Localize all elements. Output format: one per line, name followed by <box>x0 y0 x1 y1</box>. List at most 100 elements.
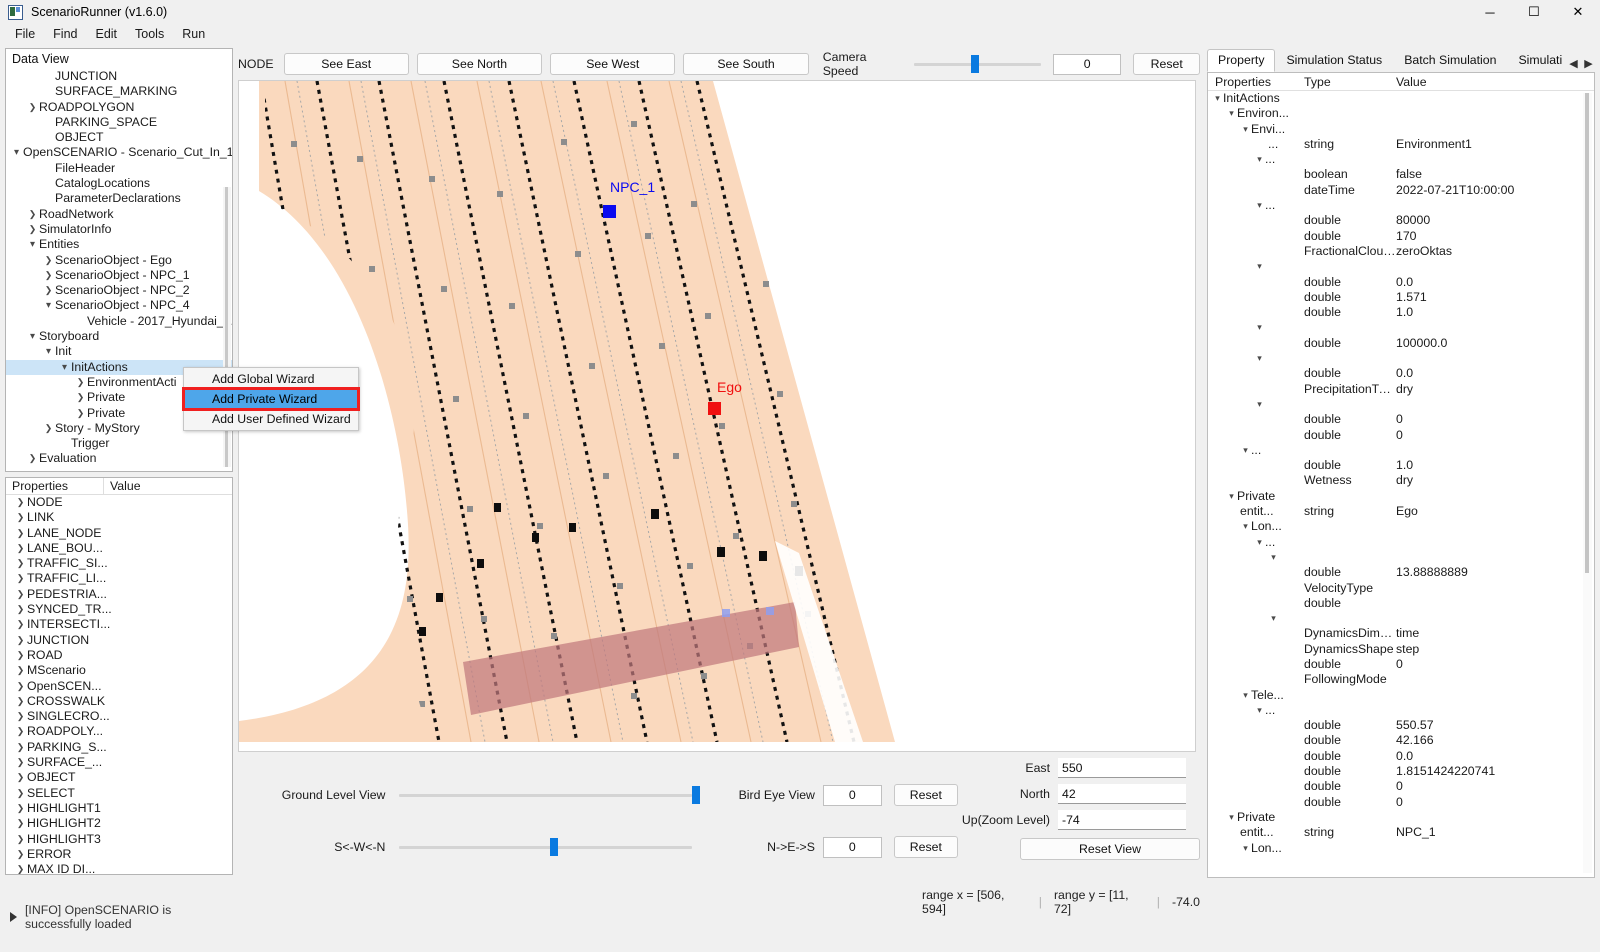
property-row[interactable]: entit...stringNPC_1 <box>1208 825 1594 840</box>
nes-reset-button[interactable]: Reset <box>894 836 958 858</box>
left-property-row[interactable]: ❯ERROR <box>6 847 232 862</box>
left-property-row[interactable]: ❯SINGLECRO... <box>6 709 232 724</box>
property-row-value[interactable] <box>1396 198 1594 213</box>
tree-item-scenarioobject-ego[interactable]: ❯ScenarioObject - Ego <box>6 253 232 268</box>
tree-item-junction[interactable]: JUNCTION <box>6 69 232 84</box>
chevron-down-icon[interactable]: ▾ <box>1254 703 1265 718</box>
left-property-row[interactable]: ❯LANE_BOU... <box>6 541 232 556</box>
tab-simulation-status[interactable]: Simulation Status <box>1275 49 1393 72</box>
camera-speed-value[interactable]: 0 <box>1053 54 1122 75</box>
chevron-right-icon[interactable]: ❯ <box>14 694 27 709</box>
chevron-down-icon[interactable]: ▾ <box>1254 198 1265 213</box>
see-south-button[interactable]: See South <box>683 53 808 75</box>
property-row-value[interactable] <box>1396 152 1594 167</box>
chevron-right-icon[interactable]: ❯ <box>14 587 27 602</box>
property-row-value[interactable] <box>1396 596 1594 611</box>
see-east-button[interactable]: See East <box>284 53 409 75</box>
property-row-value[interactable]: NPC_1 <box>1396 825 1594 840</box>
property-row[interactable]: entit...stringEgo <box>1208 504 1594 519</box>
property-row-value[interactable] <box>1396 688 1594 703</box>
property-row[interactable]: double0 <box>1208 779 1594 794</box>
chevron-right-icon[interactable]: ❯ <box>14 571 27 586</box>
property-row[interactable]: ▾ <box>1208 611 1594 626</box>
property-row-value[interactable] <box>1396 535 1594 550</box>
minimize-button[interactable]: ─ <box>1468 0 1512 24</box>
left-property-row[interactable]: ❯PEDESTRIA... <box>6 587 232 602</box>
chevron-right-icon[interactable]: ❯ <box>42 253 55 268</box>
expand-triangle-icon[interactable] <box>10 912 17 922</box>
chevron-down-icon[interactable]: ▾ <box>1226 106 1237 121</box>
chevron-down-icon[interactable]: ▾ <box>26 237 39 252</box>
property-row[interactable]: ▾InitActions <box>1208 91 1594 106</box>
property-row[interactable]: ▾ <box>1208 550 1594 565</box>
property-row[interactable]: dateTime2022-07-21T10:00:00 <box>1208 183 1594 198</box>
left-property-row[interactable]: ❯JUNCTION <box>6 633 232 648</box>
property-row-value[interactable]: 0 <box>1396 657 1594 672</box>
chevron-down-icon[interactable]: ▾ <box>1240 122 1251 137</box>
property-row[interactable]: PrecipitationTypedry <box>1208 382 1594 397</box>
property-row[interactable]: ▾Tele... <box>1208 688 1594 703</box>
property-table-rows[interactable]: ▾InitActions▾Environ...▾Envi......string… <box>1208 91 1594 856</box>
property-row-value[interactable]: time <box>1396 626 1594 641</box>
property-row-value[interactable]: Ego <box>1396 504 1594 519</box>
chevron-right-icon[interactable]: ❯ <box>14 556 27 571</box>
chevron-right-icon[interactable]: ❯ <box>14 663 27 678</box>
left-property-row[interactable]: ❯NODE <box>6 495 232 510</box>
chevron-right-icon[interactable]: ❯ <box>14 526 27 541</box>
camera-speed-thumb[interactable] <box>971 55 979 73</box>
property-row-value[interactable]: false <box>1396 167 1594 182</box>
property-row-value[interactable] <box>1396 672 1594 687</box>
property-row[interactable]: ▾... <box>1208 443 1594 458</box>
property-row[interactable]: double550.57 <box>1208 718 1594 733</box>
property-row[interactable]: ▾Private <box>1208 489 1594 504</box>
menu-edit[interactable]: Edit <box>86 25 126 43</box>
chevron-down-icon[interactable]: ▾ <box>1254 351 1265 366</box>
property-row-value[interactable]: 0 <box>1396 412 1594 427</box>
maximize-button[interactable]: ☐ <box>1512 0 1556 24</box>
chevron-right-icon[interactable]: ❯ <box>14 801 27 816</box>
tree-item-scenarioobject-npc-4[interactable]: ▾ScenarioObject - NPC_4 <box>6 298 232 313</box>
chevron-right-icon[interactable]: ❯ <box>14 709 27 724</box>
chevron-right-icon[interactable]: ❯ <box>14 770 27 785</box>
menu-run[interactable]: Run <box>173 25 214 43</box>
property-row[interactable]: ▾ <box>1208 351 1594 366</box>
property-row[interactable]: double0.0 <box>1208 275 1594 290</box>
property-row[interactable]: double0.0 <box>1208 749 1594 764</box>
left-property-row[interactable]: ❯PARKING_S... <box>6 740 232 755</box>
chevron-right-icon[interactable]: ❯ <box>26 222 39 237</box>
left-property-row[interactable]: ❯SELECT <box>6 786 232 801</box>
left-property-row[interactable]: ❯LANE_NODE <box>6 526 232 541</box>
tree-item-entities[interactable]: ▾Entities <box>6 237 232 252</box>
left-property-row[interactable]: ❯SYNCED_TR... <box>6 602 232 617</box>
chevron-down-icon[interactable]: ▾ <box>58 360 71 375</box>
property-row[interactable]: double42.166 <box>1208 733 1594 748</box>
property-row[interactable]: double1.0 <box>1208 458 1594 473</box>
tree-item-roadnetwork[interactable]: ❯RoadNetwork <box>6 207 232 222</box>
chevron-down-icon[interactable]: ▾ <box>1212 91 1223 106</box>
property-row[interactable]: double0 <box>1208 412 1594 427</box>
ground-level-view-slider[interactable] <box>399 785 692 805</box>
property-row[interactable]: VelocityType <box>1208 581 1594 596</box>
property-row-value[interactable] <box>1396 703 1594 718</box>
property-row-value[interactable] <box>1396 91 1594 106</box>
east-input[interactable]: 550 <box>1058 758 1186 778</box>
left-property-row[interactable]: ❯TRAFFIC_LI... <box>6 571 232 586</box>
chevron-right-icon[interactable]: ❯ <box>14 510 27 525</box>
tree-item-init[interactable]: ▾Init <box>6 344 232 359</box>
left-property-row[interactable]: ❯SURFACE_... <box>6 755 232 770</box>
property-row[interactable]: double0 <box>1208 428 1594 443</box>
property-row-value[interactable] <box>1396 611 1594 626</box>
property-row-value[interactable]: step <box>1396 642 1594 657</box>
tree-item-fileheader[interactable]: FileHeader <box>6 161 232 176</box>
chevron-right-icon[interactable]: ❯ <box>14 786 27 801</box>
property-row-value[interactable] <box>1396 519 1594 534</box>
chevron-right-icon[interactable]: ❯ <box>26 451 39 466</box>
swn-thumb[interactable] <box>550 838 558 856</box>
chevron-right-icon[interactable]: ❯ <box>14 633 27 648</box>
chevron-down-icon[interactable]: ▾ <box>1254 397 1265 412</box>
chevron-right-icon[interactable]: ❯ <box>14 862 27 875</box>
property-row-value[interactable] <box>1396 106 1594 121</box>
property-row[interactable]: ▾Lon... <box>1208 841 1594 856</box>
chevron-down-icon[interactable]: ▾ <box>26 329 39 344</box>
property-row[interactable]: double1.571 <box>1208 290 1594 305</box>
